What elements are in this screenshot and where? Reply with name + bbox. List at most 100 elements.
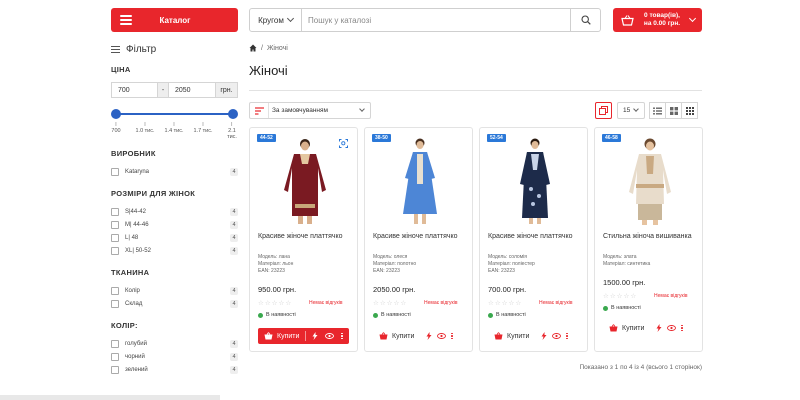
more-icon[interactable] bbox=[681, 324, 683, 332]
chevron-down-icon bbox=[286, 14, 294, 23]
product-material: Матеріал: синтетика bbox=[603, 261, 651, 267]
filter-option-kataryna[interactable]: Kataryna 4 bbox=[111, 165, 238, 178]
secondary-actions bbox=[541, 332, 568, 340]
divider bbox=[305, 331, 307, 341]
price-title: ЦІНА bbox=[111, 65, 131, 74]
product-material: Матеріал: льон bbox=[258, 261, 294, 267]
filter-option-color-blue[interactable]: голубий 4 bbox=[111, 337, 238, 350]
product-image[interactable] bbox=[500, 134, 570, 226]
product-card[interactable]: 44-52 Красиве жіноче платтячко Модель: л… bbox=[249, 127, 358, 352]
checkbox[interactable] bbox=[111, 299, 119, 308]
product-image[interactable] bbox=[385, 134, 455, 226]
filter-option-size-s[interactable]: S|44-42 4 bbox=[111, 205, 238, 218]
home-icon[interactable] bbox=[249, 44, 257, 52]
eye-icon[interactable] bbox=[437, 333, 447, 339]
sort-select[interactable]: За замовчуванням bbox=[249, 102, 371, 119]
eye-icon[interactable] bbox=[552, 333, 562, 339]
checkbox[interactable] bbox=[111, 233, 119, 242]
cart-icon bbox=[621, 14, 634, 26]
product-name[interactable]: Красиве жіноче платтячко bbox=[373, 233, 468, 240]
checkbox[interactable] bbox=[111, 286, 119, 295]
price-slider-max-handle[interactable] bbox=[228, 109, 238, 119]
stock-status: В наявності bbox=[603, 305, 641, 311]
checkbox[interactable] bbox=[111, 207, 119, 216]
breadcrumb: / Жіночі bbox=[249, 44, 288, 52]
checkbox[interactable] bbox=[111, 365, 119, 374]
list-view-button[interactable] bbox=[649, 102, 666, 119]
filter-option-fabric-composition[interactable]: Склад 4 bbox=[111, 297, 238, 310]
buy-button[interactable]: Купити bbox=[488, 328, 535, 344]
filter-option-size-m[interactable]: M| 44-46 4 bbox=[111, 218, 238, 231]
compare-button[interactable] bbox=[595, 102, 612, 119]
product-image[interactable] bbox=[270, 134, 340, 226]
no-reviews-link[interactable]: Немає відгуків bbox=[424, 300, 458, 306]
cart-total: на 0.00 грн. bbox=[643, 20, 681, 27]
cart-icon bbox=[609, 324, 618, 332]
buy-label: Купити bbox=[277, 332, 300, 340]
bolt-icon[interactable] bbox=[656, 324, 662, 332]
filter-option-color-black[interactable]: чорний 4 bbox=[111, 350, 238, 363]
chevron-down-icon bbox=[359, 106, 365, 112]
per-page-select[interactable]: 15 bbox=[617, 102, 645, 119]
checkbox[interactable] bbox=[111, 220, 119, 229]
catalog-button[interactable]: Каталог bbox=[111, 8, 238, 32]
filter-option-count: 4 bbox=[230, 246, 238, 255]
search-scope-select[interactable]: Кругом bbox=[250, 9, 302, 31]
checkbox[interactable] bbox=[111, 339, 119, 348]
rating-stars: ☆ ☆ ☆ ☆ ☆ bbox=[603, 292, 636, 300]
no-reviews-link[interactable]: Немає відгуків bbox=[539, 300, 573, 306]
quick-view-icon[interactable] bbox=[339, 139, 348, 150]
buy-button[interactable]: Купити bbox=[603, 320, 650, 336]
buy-label: Купити bbox=[622, 324, 645, 332]
search-input[interactable] bbox=[302, 9, 570, 31]
filter-option-size-l[interactable]: L| 48 4 bbox=[111, 231, 238, 244]
filter-option-label: S|44-42 bbox=[125, 208, 146, 215]
more-icon[interactable] bbox=[566, 332, 568, 340]
checkbox[interactable] bbox=[111, 167, 119, 176]
product-card[interactable]: 38-50 Красиве жіноче платтячко Модель: о… bbox=[364, 127, 473, 352]
star-icon: ☆ bbox=[609, 293, 616, 300]
in-stock-dot bbox=[603, 305, 608, 311]
eye-icon[interactable] bbox=[667, 325, 677, 331]
product-name[interactable]: Красиве жіноче платтячко bbox=[488, 233, 583, 240]
stock-label: В наявності bbox=[381, 312, 411, 318]
no-reviews-link[interactable]: Немає відгуків bbox=[654, 293, 688, 299]
filter-option-fabric-color[interactable]: Колір 4 bbox=[111, 284, 238, 297]
rating-stars: ☆ ☆ ☆ ☆ ☆ bbox=[373, 299, 406, 307]
product-name[interactable]: Стильна жіноча вишиванка bbox=[603, 233, 698, 240]
product-material: Матеріал: полотно bbox=[373, 261, 417, 267]
no-reviews-link[interactable]: Немає відгуків bbox=[309, 300, 343, 306]
product-name[interactable]: Красиве жіноче платтячко bbox=[258, 233, 353, 240]
filter-option-color-green[interactable]: зелений 4 bbox=[111, 363, 238, 376]
grid-small-icon bbox=[685, 106, 694, 115]
product-image[interactable] bbox=[615, 134, 685, 226]
cart-icon bbox=[264, 332, 273, 340]
star-icon: ☆ bbox=[285, 300, 292, 307]
filter-option-label: XL| 50-52 bbox=[125, 247, 151, 254]
price-slider-min-handle[interactable] bbox=[111, 109, 121, 119]
checkbox[interactable] bbox=[111, 352, 119, 361]
compact-grid-view-button[interactable] bbox=[681, 102, 698, 119]
more-icon[interactable] bbox=[341, 332, 343, 340]
bolt-icon[interactable] bbox=[312, 332, 318, 340]
buy-button[interactable]: Купити bbox=[373, 328, 420, 344]
cart-button[interactable]: 0 товар(ів), на 0.00 грн. bbox=[613, 8, 702, 32]
product-card[interactable]: 52-54 Красиве жіноче платтячко Модель: с… bbox=[479, 127, 588, 352]
price-min-input[interactable]: 700 bbox=[112, 83, 157, 97]
bolt-icon[interactable] bbox=[426, 332, 432, 340]
more-icon[interactable] bbox=[451, 332, 453, 340]
stock-label: В наявності bbox=[611, 305, 641, 311]
price-max-input[interactable]: 2050 bbox=[169, 83, 215, 97]
product-model: Модель: лана bbox=[258, 254, 290, 260]
price-range-inputs: 700 - 2050 грн. bbox=[111, 82, 238, 98]
product-price: 1500.00 грн. bbox=[603, 278, 646, 287]
buy-button[interactable]: Купити bbox=[258, 328, 349, 344]
bolt-icon[interactable] bbox=[541, 332, 547, 340]
grid-view-button[interactable] bbox=[665, 102, 682, 119]
product-card[interactable]: 46-58 Стильна жіноча вишиванка Модель: з… bbox=[594, 127, 703, 352]
checkbox[interactable] bbox=[111, 246, 119, 255]
eye-icon[interactable] bbox=[325, 333, 335, 339]
filter-option-size-xl[interactable]: XL| 50-52 4 bbox=[111, 244, 238, 257]
search-button[interactable] bbox=[570, 9, 600, 31]
breadcrumb-current[interactable]: Жіночі bbox=[267, 45, 288, 52]
